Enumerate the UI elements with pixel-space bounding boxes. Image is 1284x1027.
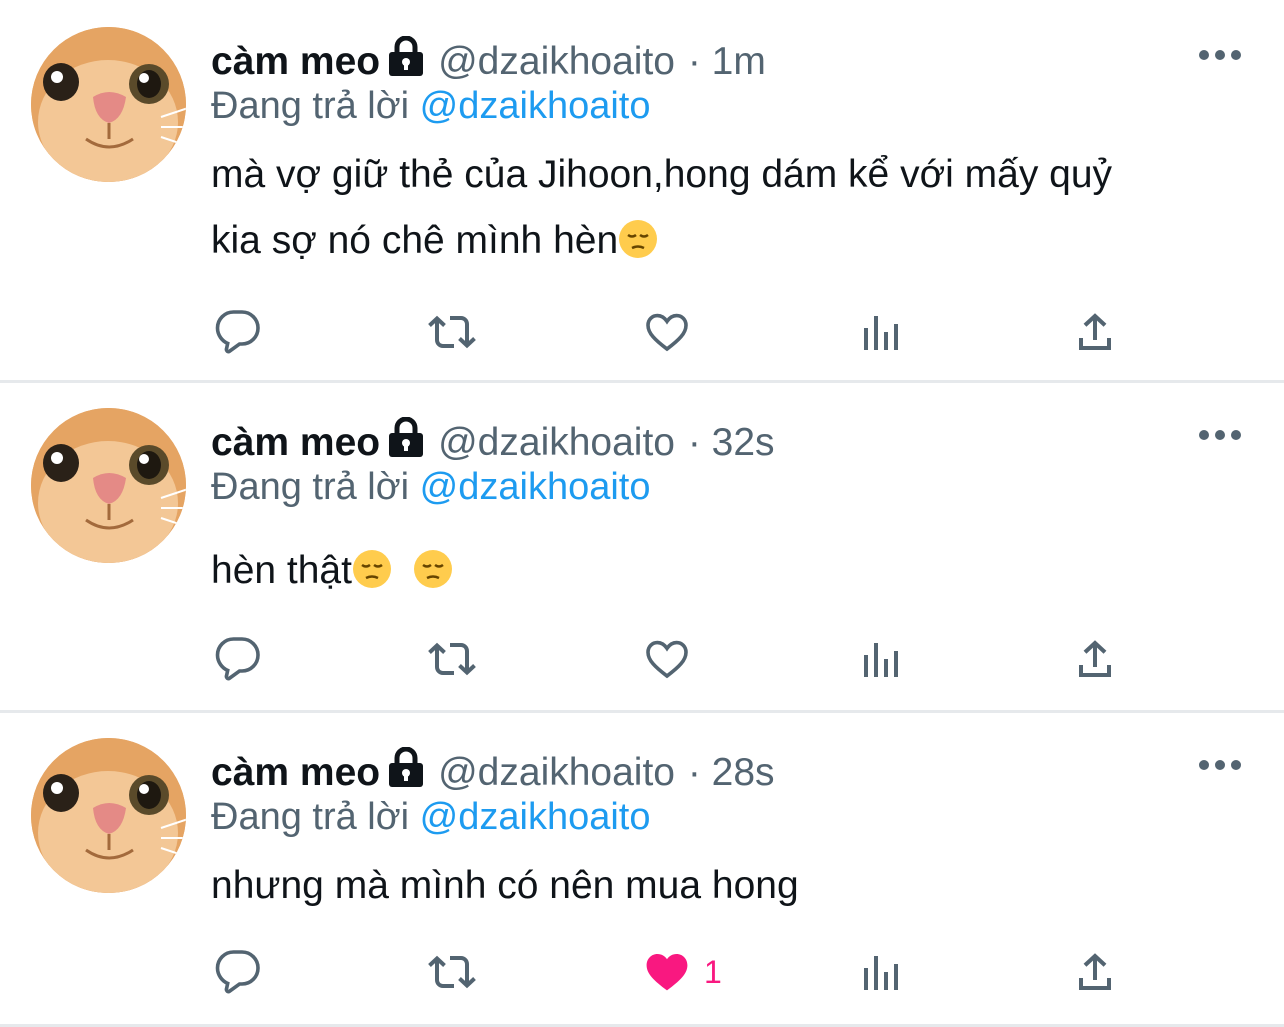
share-button[interactable] [1069,306,1121,358]
reply-icon [215,637,260,681]
avatar[interactable] [31,738,186,893]
cat-avatar-image [31,27,186,182]
more-icon[interactable] [1196,43,1244,67]
retweet-button[interactable] [426,946,478,998]
timestamp[interactable]: · 28s [688,751,775,794]
lock-icon [386,35,426,78]
tweet-1[interactable]: càm meo @dzaikhoaito · 1m Đang trả lời @d… [0,0,1284,380]
reply-button[interactable] [212,946,264,998]
tweet-text-line: nhưng mà mình có nên mua hong [211,864,799,907]
views-button[interactable] [856,946,908,998]
retweet-button[interactable] [426,633,478,685]
retweet-icon [428,955,476,989]
reply-icon [215,950,260,994]
like-button[interactable] [641,633,693,685]
cat-avatar-image [31,408,186,563]
like-icon [646,640,688,679]
tweet-header: càm meo @dzaikhoaito · 28s [211,746,775,795]
tweet-text: nhưng mà mình có nên mua hong [211,853,1251,919]
tweet-text-line-2: kia sợ nó chê mình hèn [211,208,1251,274]
share-icon [1079,640,1111,677]
tweet-text-line-content: kia sợ nó chê mình hèn [211,219,619,262]
tweet-text: mà vợ giữ thẻ của Jihoon,hong dám kể với… [211,142,1251,274]
reply-prefix: Đang trả lời [211,796,410,838]
replying-to: Đang trả lời @dzaikhoaito [211,795,651,839]
pensive-face-emoji [618,214,658,258]
views-button[interactable] [856,633,908,685]
display-name[interactable]: càm meo [211,421,380,464]
lock-icon [386,416,426,459]
share-button[interactable] [1069,633,1121,685]
avatar[interactable] [31,27,186,182]
lock-icon [386,746,426,789]
display-name[interactable]: càm meo [211,751,380,794]
tweet-actions: 1 [0,946,1284,1006]
handle[interactable]: @dzaikhoaito [438,421,675,464]
handle[interactable]: @dzaikhoaito [438,40,675,83]
share-button[interactable] [1069,946,1121,998]
tweet-text: hèn thật [211,538,1251,604]
reply-icon [215,310,260,354]
handle[interactable]: @dzaikhoaito [438,751,675,794]
views-icon [864,643,898,677]
more-icon[interactable] [1196,423,1244,447]
avatar[interactable] [31,408,186,563]
reply-prefix: Đang trả lời [211,85,410,127]
reply-button[interactable] [212,306,264,358]
pensive-face-emoji [413,544,453,588]
pensive-face-emoji [352,544,392,588]
reply-prefix: Đang trả lời [211,466,410,508]
like-icon-filled [646,954,688,991]
tweet-3[interactable]: càm meo @dzaikhoaito · 28s Đang trả lời @… [0,713,1284,1027]
replying-to: Đang trả lời @dzaikhoaito [211,84,651,128]
replying-to: Đang trả lời @dzaikhoaito [211,465,651,509]
tweet-2[interactable]: càm meo @dzaikhoaito · 32s Đang trả lời @… [0,383,1284,710]
retweet-icon [428,315,476,349]
views-icon [864,956,898,990]
retweet-icon [428,642,476,676]
like-button[interactable] [641,306,693,358]
reply-mention-link[interactable]: @dzaikhoaito [420,796,651,838]
like-button[interactable] [641,946,693,998]
share-icon [1079,313,1111,350]
tweet-text-line: mà vợ giữ thẻ của Jihoon,hong dám kể với… [211,153,1113,196]
views-icon [864,316,898,350]
share-icon [1079,953,1111,990]
views-button[interactable] [856,306,908,358]
tweet-actions [0,306,1284,366]
reply-button[interactable] [212,633,264,685]
timestamp[interactable]: · 32s [688,421,775,464]
tweet-actions [0,633,1284,693]
display-name[interactable]: càm meo [211,40,380,83]
reply-mention-link[interactable]: @dzaikhoaito [420,85,651,127]
tweet-text-line: hèn thật [211,549,352,592]
timestamp[interactable]: · 1m [688,40,766,83]
cat-avatar-image [31,738,186,893]
tweet-header: càm meo @dzaikhoaito · 32s [211,416,775,465]
like-icon [646,313,688,352]
like-count: 1 [704,954,722,990]
retweet-button[interactable] [426,306,478,358]
tweet-header: càm meo @dzaikhoaito · 1m [211,35,766,84]
more-icon[interactable] [1196,753,1244,777]
reply-mention-link[interactable]: @dzaikhoaito [420,466,651,508]
